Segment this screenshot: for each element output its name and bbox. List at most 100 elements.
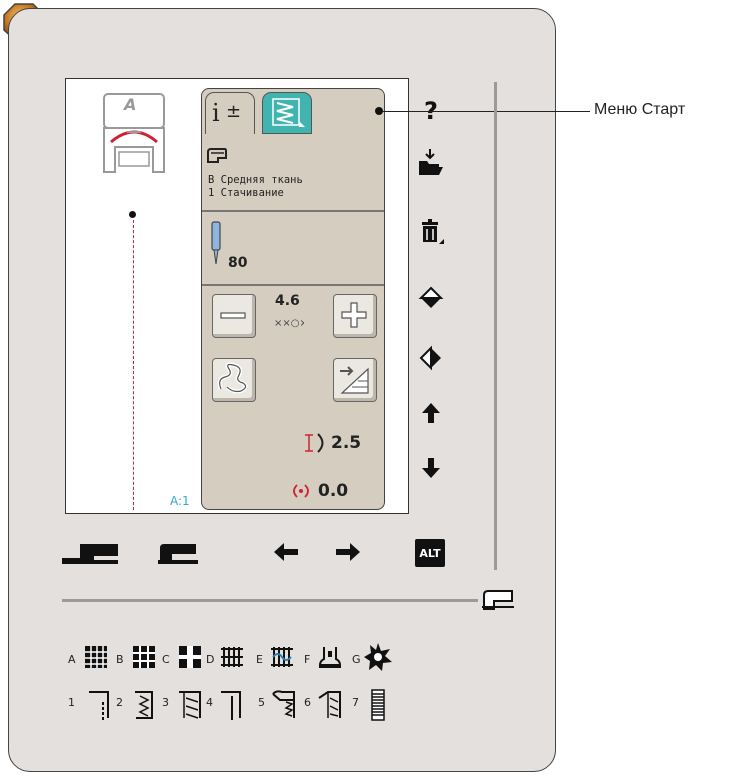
sewing-machine-outline-icon [482,590,514,610]
menu-6-button[interactable] [316,688,344,726]
zigzag-stitch-icon [135,691,153,719]
category-letter-e: E [256,653,263,666]
arrow-down-icon [422,458,440,478]
sewing-mode-button[interactable] [60,540,120,570]
satin-stitch-icon [371,689,385,721]
blind-hem-icon [272,690,295,718]
stitch-width-plus-button[interactable] [333,294,377,338]
menu-4-button[interactable] [218,688,246,726]
applique-stitch-icon [318,647,342,668]
sewing-technique: 1 Стачивание [208,187,284,199]
free-motion-button[interactable] [212,358,256,402]
callout-line [382,111,590,112]
pattern-label: A:1 [170,494,190,508]
needle-position-dot [129,211,136,218]
plus-icon [341,302,367,328]
delete-button[interactable] [417,218,447,248]
category-letter-g: G [352,653,361,666]
stitch-preview-line [133,220,134,510]
tab-stitch-settings[interactable] [262,92,312,134]
arrow-left-icon [274,543,298,561]
machine-settings-button[interactable] [156,540,200,570]
minus-icon [220,312,246,319]
arrow-right-icon [336,543,360,561]
category-g-button[interactable] [362,641,394,677]
mirror-horizontal-button[interactable] [416,343,446,373]
menu-number-2: 2 [116,696,123,709]
menu-1-button[interactable] [86,688,114,726]
mirror-vertical-icon [418,286,444,308]
category-letter-b: B [116,653,124,666]
forward-button[interactable] [334,541,362,567]
category-f-button[interactable] [316,643,344,675]
buttonhole-icon [179,646,201,668]
category-e-button[interactable] [268,643,296,675]
stitch-settings-icon [272,98,305,127]
needle-size: 80 [228,255,248,271]
utility-stitch-icon [85,646,107,668]
category-letter-d: D [206,653,215,666]
folder-load-icon [419,149,443,175]
fabric-machine-icon [206,146,228,168]
category-a-button[interactable] [82,643,110,675]
quilt-stitch-icon [133,646,155,668]
seam-finish-icon [318,691,341,718]
sewing-machine-icon [158,544,198,564]
move-up-button[interactable] [416,398,446,428]
menu-number-6: 6 [304,696,311,709]
needle-icon [209,220,223,270]
category-letter-f: F [304,653,311,666]
balance-icon [288,482,314,504]
star-stitch-icon [364,643,392,671]
menu-7-button[interactable] [364,688,392,726]
svg-text:±: ± [226,101,241,122]
stitch-width-minus-button[interactable] [212,294,256,338]
divider [202,284,384,286]
mirror-vertical-button[interactable] [416,283,446,313]
back-button[interactable] [272,541,300,567]
menu-number-1: 1 [68,696,75,709]
info-plus-icon: i ± [212,99,241,127]
menu-3-button[interactable] [176,688,204,726]
stitch-width-value: 4.6 [275,293,300,309]
move-down-button[interactable] [416,453,446,483]
heirloom-stitch-icon [271,647,293,667]
overcast-stitch-icon [179,691,201,719]
trash-icon [422,219,444,244]
menu-2-button[interactable] [130,688,158,726]
balance-value: 0.0 [318,481,349,501]
menu-number-5: 5 [258,696,265,709]
mirror-horizontal-icon [419,345,441,371]
category-b-button[interactable] [130,643,158,675]
fabric-type: В Средняя ткань [208,174,303,186]
tab-info[interactable]: i ± [205,92,255,134]
foot-letter: A [124,95,137,114]
menu-number-7: 7 [352,696,359,709]
sewing-machine-wide-icon [62,544,118,564]
menu-number-4: 4 [206,696,213,709]
fabric-info: В Средняя ткань 1 Стачивание [208,174,303,200]
stitch-length-value: 2.5 [331,433,362,453]
taper-button[interactable] [333,358,377,402]
stitch-width-icon: ××○× [274,313,308,332]
callout-label: Меню Старт [594,101,686,118]
menu-number-3: 3 [162,696,169,709]
category-letter-c: C [162,653,170,666]
svg-text:××○×: ××○× [274,318,304,328]
category-c-button[interactable] [176,643,204,675]
arrow-up-icon [422,403,440,423]
svg-text:i: i [212,99,220,127]
taper-icon [340,366,369,394]
menu-5-button[interactable] [270,688,298,726]
alt-button[interactable]: ALT [415,539,445,567]
stitch-length-icon [303,432,329,458]
free-motion-icon [217,362,248,394]
straight-stitch-icon [89,691,109,720]
horizontal-divider [62,599,478,602]
divider [202,210,384,212]
presser-foot-sensor-button[interactable] [480,587,516,615]
category-d-button[interactable] [218,643,246,675]
load-file-button[interactable] [415,148,445,178]
hem-stitch-icon [221,691,241,720]
vertical-divider [494,82,497,570]
